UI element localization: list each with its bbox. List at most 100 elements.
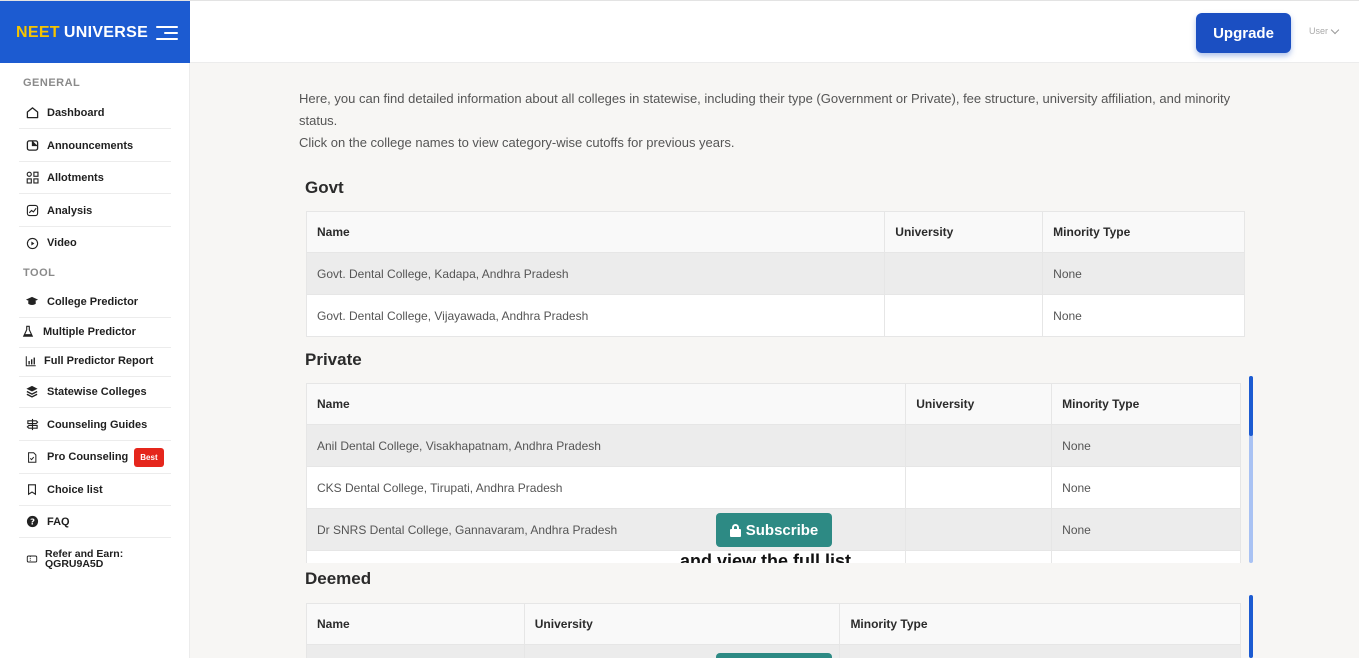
- sidebar-item-label: Allotments: [47, 171, 104, 184]
- table-header-row: Name University Minority Type: [305, 211, 1245, 253]
- section-title-govt: Govt: [305, 178, 344, 197]
- sidebar-item-analysis[interactable]: Analysis: [19, 195, 171, 227]
- graduation-cap-icon: [25, 295, 39, 309]
- minority-cell: None: [1051, 424, 1241, 467]
- column-header-university[interactable]: University: [905, 383, 1053, 425]
- sidebar-item-label: Pro Counseling: [47, 451, 129, 463]
- layers-icon: [25, 385, 39, 399]
- subscribe-button-deemed[interactable]: [716, 653, 832, 658]
- home-icon: [25, 106, 39, 120]
- minority-cell: [1051, 550, 1241, 563]
- sidebar-item-pro-counseling[interactable]: Pro Counseling Best: [19, 441, 171, 474]
- university-cell: [884, 252, 1044, 295]
- lock-icon: [729, 523, 741, 537]
- flask-icon: [21, 325, 35, 339]
- sidebar-item-label: Choice list: [47, 483, 103, 496]
- sidebar-item-choice-list[interactable]: Choice list: [19, 474, 171, 506]
- section-label-tool: TOOL: [23, 267, 56, 279]
- guide-icon: [25, 418, 39, 432]
- deemed-scrollbar-thumb[interactable]: [1249, 595, 1253, 658]
- sidebar-item-label: Statewise Colleges: [47, 385, 147, 398]
- college-name-link[interactable]: CKS Dental College, Tirupati, Andhra Pra…: [306, 466, 907, 509]
- sidebar-item-video[interactable]: Video: [19, 227, 171, 259]
- sidebar-item-dashboard[interactable]: Dashboard: [19, 97, 171, 129]
- user-menu[interactable]: User: [1309, 25, 1340, 36]
- college-name-link[interactable]: Govt. Dental College, Kadapa, Andhra Pra…: [305, 252, 886, 295]
- sidebar-item-refer-and-earn[interactable]: Refer and Earn: QGRU9A5D: [19, 540, 171, 578]
- govt-colleges-table: Name University Minority Type Govt. Dent…: [305, 211, 1245, 337]
- section-label-general: GENERAL: [23, 77, 81, 89]
- university-cell: [884, 294, 1044, 337]
- sidebar-item-announcements[interactable]: Announcements: [19, 130, 171, 162]
- deemed-table-scroll-area[interactable]: Name University Minority Type: [306, 603, 1241, 658]
- table-row[interactable]: Govt. Dental College, Kadapa, Andhra Pra…: [305, 252, 1245, 295]
- sidebar-item-college-predictor[interactable]: College Predictor: [19, 286, 171, 318]
- section-title-private: Private: [305, 350, 362, 369]
- sidebar-item-label: Multiple Predictor: [43, 325, 136, 338]
- table-header-row: Name University Minority Type: [306, 603, 1241, 645]
- college-name-link[interactable]: Govt. Dental College, Vijayawada, Andhra…: [305, 294, 886, 337]
- minority-cell: None: [1042, 294, 1245, 337]
- university-cell: [905, 550, 1053, 563]
- chevron-down-icon: [1330, 25, 1340, 34]
- document-icon: [25, 450, 39, 464]
- minority-cell: None: [1042, 252, 1245, 295]
- play-icon: [25, 236, 39, 250]
- sidebar-item-label: Video: [47, 237, 77, 249]
- chart-icon: [25, 204, 39, 218]
- question-icon: ?: [25, 515, 39, 529]
- column-header-name[interactable]: Name: [306, 603, 525, 645]
- subscribe-button[interactable]: Subscribe: [716, 513, 832, 547]
- column-header-university[interactable]: University: [884, 211, 1044, 253]
- column-header-university[interactable]: University: [523, 603, 841, 645]
- university-cell: [905, 424, 1053, 467]
- sidebar-item-statewise-colleges[interactable]: Statewise Colleges: [19, 376, 171, 408]
- deemed-colleges-table: Name University Minority Type: [306, 603, 1241, 658]
- private-scrollbar-thumb[interactable]: [1249, 376, 1253, 436]
- college-name-link[interactable]: Anil Dental College, Visakhapatnam, Andh…: [306, 424, 907, 467]
- logo-neet: NEET: [16, 23, 60, 41]
- sidebar-item-label: Refer and Earn: QGRU9A5D: [45, 548, 124, 570]
- sidebar-item-label: Dashboard: [47, 106, 105, 119]
- upgrade-button[interactable]: Upgrade: [1196, 13, 1291, 53]
- best-badge: Best: [134, 447, 164, 467]
- sidebar-item-allotments[interactable]: Allotments: [19, 162, 171, 194]
- user-label: User: [1309, 26, 1329, 36]
- logo-universe: UNIVERSE: [63, 23, 149, 41]
- table-row[interactable]: CKS Dental College, Tirupati, Andhra Pra…: [306, 466, 1241, 509]
- table-row[interactable]: Anil Dental College, Visakhapatnam, Andh…: [306, 424, 1241, 467]
- bar-chart-icon: [24, 354, 38, 368]
- menu-toggle-icon[interactable]: [156, 25, 179, 40]
- top-header: NEET UNIVERSE Upgrade User: [0, 0, 1359, 64]
- column-header-minority[interactable]: Minority Type: [1051, 383, 1241, 425]
- grid-icon: [25, 171, 39, 185]
- sidebar-item-label: College Predictor: [47, 295, 139, 308]
- ticket-icon: [25, 552, 39, 566]
- svg-text:?: ?: [30, 516, 35, 526]
- view-full-list-text: and view the full list: [680, 551, 852, 563]
- column-header-minority[interactable]: Minority Type: [839, 603, 1241, 645]
- intro-instruction: Click on the college names to view categ…: [299, 135, 735, 150]
- sidebar-item-full-predictor-report[interactable]: Full Predictor Report: [19, 345, 171, 377]
- announcement-icon: [25, 139, 39, 153]
- sidebar-item-label: Announcements: [47, 139, 134, 152]
- sidebar-item-multiple-predictor[interactable]: Multiple Predictor: [19, 316, 171, 348]
- minority-cell: None: [1051, 466, 1241, 509]
- sidebar-item-faq[interactable]: ? FAQ: [19, 506, 171, 538]
- column-header-name[interactable]: Name: [305, 211, 886, 253]
- column-header-name[interactable]: Name: [306, 383, 907, 425]
- intro-text: Here, you can find detailed information …: [299, 88, 1239, 154]
- logo[interactable]: NEET UNIVERSE: [0, 1, 190, 64]
- section-title-deemed: Deemed: [305, 569, 372, 588]
- intro-description: Here, you can find detailed information …: [299, 91, 1231, 128]
- sidebar-item-label: Analysis: [47, 204, 93, 217]
- sidebar-item-label: Counseling Guides: [47, 418, 148, 431]
- college-name-link[interactable]: [306, 644, 525, 658]
- minority-cell: None: [1051, 508, 1241, 551]
- column-header-minority[interactable]: Minority Type: [1042, 211, 1245, 253]
- logo-text: NEET UNIVERSE: [16, 24, 148, 42]
- sidebar-item-counseling-guides[interactable]: Counseling Guides: [19, 409, 171, 441]
- table-row[interactable]: Govt. Dental College, Vijayawada, Andhra…: [305, 294, 1245, 337]
- subscribe-label: Subscribe: [745, 521, 819, 539]
- table-header-row: Name University Minority Type: [306, 383, 1241, 425]
